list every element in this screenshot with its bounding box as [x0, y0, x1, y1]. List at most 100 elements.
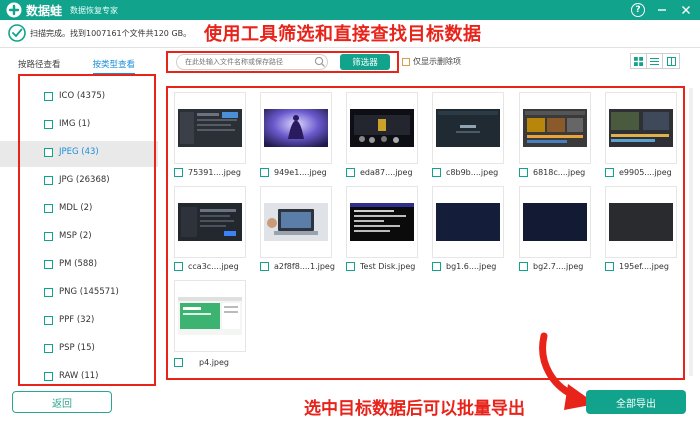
- file-thumbnail[interactable]: [605, 186, 677, 258]
- grid-view-button[interactable]: [631, 54, 647, 68]
- view-mode-switch: [630, 53, 680, 69]
- detail-view-button[interactable]: [663, 54, 679, 68]
- file-checkbox[interactable]: [605, 262, 614, 271]
- file-checkbox[interactable]: [432, 262, 441, 271]
- sidebar-item-checkbox[interactable]: [44, 287, 53, 297]
- sidebar-item[interactable]: PM (588): [44, 254, 154, 274]
- back-button[interactable]: 返回: [12, 391, 112, 413]
- sidebar-item-checkbox[interactable]: [44, 91, 53, 101]
- file-item[interactable]: p4.jpeg: [174, 358, 254, 367]
- list-view-button[interactable]: [647, 54, 663, 68]
- scan-status: 扫描完成。找到1007161个文件共120 GB。: [8, 24, 191, 42]
- file-checkbox[interactable]: [605, 168, 614, 177]
- file-checkbox[interactable]: [174, 358, 183, 367]
- deleted-only-checkbox[interactable]: [402, 57, 410, 66]
- sidebar-item[interactable]: PSP (15): [44, 338, 154, 358]
- sidebar-item-checkbox[interactable]: [44, 231, 53, 241]
- export-all-button[interactable]: 全部导出: [586, 390, 686, 414]
- file-thumbnail[interactable]: [346, 186, 418, 258]
- tab-by-type[interactable]: 按类型查看: [92, 56, 136, 74]
- sidebar-item[interactable]: PPF (32): [44, 310, 154, 330]
- sidebar-item[interactable]: RAW (11): [44, 366, 154, 384]
- sidebar-item-label: MSP (2): [59, 231, 92, 241]
- file-checkbox[interactable]: [432, 168, 441, 177]
- file-thumbnail[interactable]: [432, 92, 504, 164]
- thumbnail-image: [523, 109, 587, 147]
- file-thumbnail[interactable]: [519, 186, 591, 258]
- file-grid: 75391....jpeg 949e1....jpeg eda87....jpeg c…: [166, 86, 685, 380]
- sidebar-item[interactable]: IMG (1): [44, 114, 154, 134]
- thumbnail-image: [178, 203, 242, 241]
- thumbnail-image: [178, 109, 242, 147]
- list-view-icon: [650, 57, 659, 65]
- file-item[interactable]: e9905....jpeg: [605, 168, 683, 177]
- file-item[interactable]: 6818c....jpeg: [519, 168, 599, 177]
- file-item[interactable]: a2f8f8....1.jpeg: [260, 262, 340, 271]
- file-type-sidebar: ICO (4375) IMG (1) JPEG (43) JPG (26368) MDL…: [18, 74, 156, 386]
- file-thumbnail[interactable]: [174, 92, 246, 164]
- sidebar-item[interactable]: MSP (2): [44, 226, 154, 246]
- tab-by-path[interactable]: 按路径查看: [18, 56, 61, 74]
- sidebar-item-checkbox[interactable]: [44, 371, 53, 381]
- search-icon[interactable]: [314, 56, 326, 68]
- file-checkbox[interactable]: [346, 262, 355, 271]
- file-checkbox[interactable]: [346, 168, 355, 177]
- file-item[interactable]: eda87....jpeg: [346, 168, 426, 177]
- sidebar-item-checkbox[interactable]: [44, 203, 53, 213]
- sidebar-item-checkbox[interactable]: [44, 259, 53, 269]
- thumbnail-image: [350, 109, 414, 147]
- sidebar-item-checkbox[interactable]: [44, 343, 53, 353]
- grid-scrollbar[interactable]: [689, 88, 693, 376]
- file-checkbox[interactable]: [174, 168, 183, 177]
- file-item[interactable]: cca3c....jpeg: [174, 262, 254, 271]
- file-thumbnail[interactable]: [174, 186, 246, 258]
- thumbnail-image: [264, 109, 328, 147]
- file-item[interactable]: 195ef....jpeg: [605, 262, 683, 271]
- file-thumbnail[interactable]: [346, 92, 418, 164]
- file-name: 195ef....jpeg: [619, 262, 669, 271]
- sidebar-item-checkbox[interactable]: [44, 175, 53, 185]
- thumbnail-image: [609, 109, 673, 147]
- file-thumbnail[interactable]: [432, 186, 504, 258]
- file-thumbnail[interactable]: [519, 92, 591, 164]
- sidebar-item[interactable]: PNG (145571): [44, 282, 154, 302]
- file-checkbox[interactable]: [174, 262, 183, 271]
- file-item[interactable]: bg1.6....jpeg: [432, 262, 512, 271]
- file-thumbnail[interactable]: [605, 92, 677, 164]
- sidebar-item-checkbox[interactable]: [44, 147, 53, 157]
- deleted-only-label: 仅显示删除项: [413, 57, 461, 66]
- file-item[interactable]: c8b9b....jpeg: [432, 168, 512, 177]
- sidebar-item[interactable]: MDL (2): [44, 198, 154, 218]
- frog-logo-icon: [6, 2, 22, 18]
- file-item[interactable]: 949e1....jpeg: [260, 168, 340, 177]
- title-bar: 数据蛙 数据恢复专家 ?: [0, 0, 700, 20]
- sidebar-item[interactable]: JPEG (43): [44, 142, 154, 162]
- sidebar-item[interactable]: ICO (4375): [44, 86, 154, 106]
- file-thumbnail[interactable]: [260, 186, 332, 258]
- file-checkbox[interactable]: [260, 168, 269, 177]
- deleted-only-toggle[interactable]: 仅显示删除项: [402, 56, 461, 67]
- file-name: bg2.7....jpeg: [533, 262, 584, 271]
- file-checkbox[interactable]: [260, 262, 269, 271]
- file-name: e9905....jpeg: [619, 168, 672, 177]
- minimize-button[interactable]: [654, 2, 670, 18]
- minimize-icon: [658, 9, 666, 11]
- sidebar-item-checkbox[interactable]: [44, 315, 53, 325]
- file-checkbox[interactable]: [519, 168, 528, 177]
- file-thumbnail[interactable]: [260, 92, 332, 164]
- filter-button[interactable]: 筛选器: [340, 54, 390, 70]
- help-icon: ?: [631, 3, 645, 17]
- file-thumbnail[interactable]: [174, 280, 246, 352]
- sidebar-item[interactable]: JPG (26368): [44, 170, 154, 190]
- help-button[interactable]: ?: [630, 2, 646, 18]
- file-item[interactable]: bg2.7....jpeg: [519, 262, 599, 271]
- sidebar-item-label: RAW (11): [59, 371, 99, 381]
- sidebar-item-label: ICO (4375): [59, 91, 106, 101]
- file-item[interactable]: 75391....jpeg: [174, 168, 254, 177]
- file-item[interactable]: Test Disk.jpeg: [346, 262, 426, 271]
- search-input[interactable]: [176, 54, 328, 70]
- sidebar-item-checkbox[interactable]: [44, 119, 53, 129]
- close-button[interactable]: [678, 2, 694, 18]
- thumbnail-image: [264, 203, 328, 241]
- file-checkbox[interactable]: [519, 262, 528, 271]
